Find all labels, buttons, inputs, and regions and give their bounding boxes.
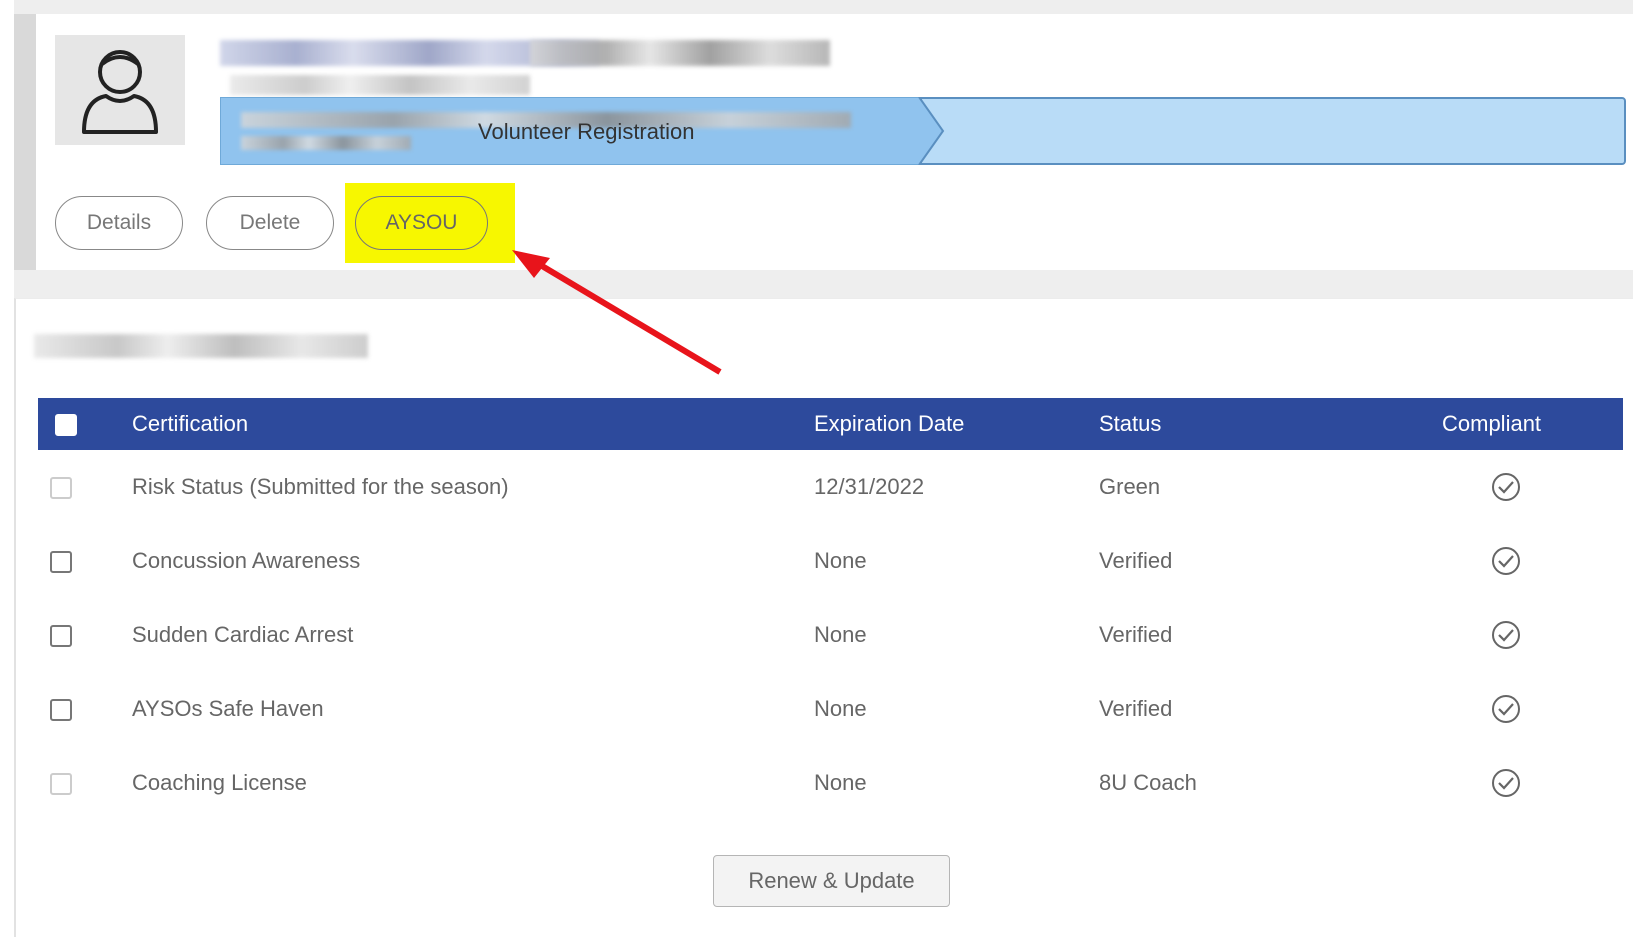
check-circle-icon bbox=[1492, 621, 1520, 649]
cell-status: 8U Coach bbox=[1099, 770, 1197, 795]
redacted-subtitle bbox=[230, 75, 530, 95]
row-checkbox[interactable] bbox=[50, 625, 72, 648]
redacted-breadcrumb-2 bbox=[241, 136, 411, 150]
aysou-button[interactable]: AYSOU bbox=[355, 196, 488, 250]
table-header-row: Certification Expiration Date Status Com… bbox=[38, 398, 1623, 450]
cell-expiration: None bbox=[814, 622, 867, 647]
top-strip bbox=[14, 0, 1633, 14]
cell-expiration: None bbox=[814, 770, 867, 795]
column-header-status[interactable]: Status bbox=[1099, 398, 1442, 450]
cell-expiration: 12/31/2022 bbox=[814, 474, 925, 499]
table-row: Concussion Awareness None Verified bbox=[38, 524, 1623, 598]
user-icon bbox=[82, 50, 158, 134]
cell-certification: Concussion Awareness bbox=[132, 548, 361, 573]
table-row: Coaching License None 8U Coach bbox=[38, 746, 1623, 820]
breadcrumb: Volunteer Registration bbox=[220, 97, 1626, 165]
cell-certification: AYSOs Safe Haven bbox=[132, 696, 324, 721]
renew-update-button[interactable]: Renew & Update bbox=[713, 855, 950, 907]
cell-status: Green bbox=[1099, 474, 1161, 499]
check-circle-icon bbox=[1492, 473, 1520, 501]
table-row: Sudden Cardiac Arrest None Verified bbox=[38, 598, 1623, 672]
row-checkbox[interactable] bbox=[50, 477, 72, 500]
breadcrumb-current[interactable] bbox=[920, 97, 1626, 165]
row-checkbox[interactable] bbox=[50, 773, 72, 796]
avatar bbox=[55, 35, 185, 145]
cell-expiration: None bbox=[814, 548, 867, 573]
cell-certification: Coaching License bbox=[132, 770, 307, 795]
check-circle-icon bbox=[1492, 547, 1520, 575]
check-circle-icon bbox=[1492, 769, 1520, 797]
column-header-compliant[interactable]: Compliant bbox=[1442, 398, 1623, 450]
column-header-certification[interactable]: Certification bbox=[132, 398, 814, 450]
page: Volunteer Registration Details Delete AY… bbox=[0, 0, 1633, 937]
cell-status: Verified bbox=[1099, 548, 1173, 573]
breadcrumb-chevron-icon bbox=[918, 97, 945, 165]
check-circle-icon bbox=[1492, 695, 1520, 723]
breadcrumb-current-label: Volunteer Registration bbox=[478, 119, 695, 144]
annotation-arrow-icon bbox=[512, 250, 722, 375]
details-button[interactable]: Details bbox=[55, 196, 183, 250]
cell-status: Verified bbox=[1099, 622, 1173, 647]
cell-certification: Risk Status (Submitted for the season) bbox=[132, 474, 509, 499]
table-row: AYSOs Safe Haven None Verified bbox=[38, 672, 1623, 746]
cell-status: Verified bbox=[1099, 696, 1173, 721]
row-checkbox[interactable] bbox=[50, 551, 72, 574]
select-all-checkbox[interactable] bbox=[55, 414, 77, 437]
table-row: Risk Status (Submitted for the season) 12… bbox=[38, 450, 1623, 524]
card-gap bbox=[14, 270, 1633, 298]
delete-button[interactable]: Delete bbox=[206, 196, 334, 250]
column-header-expiration[interactable]: Expiration Date bbox=[814, 398, 1099, 450]
certifications-table: Certification Expiration Date Status Com… bbox=[38, 398, 1623, 820]
row-checkbox[interactable] bbox=[50, 699, 72, 722]
cell-certification: Sudden Cardiac Arrest bbox=[132, 622, 354, 647]
cell-expiration: None bbox=[814, 696, 867, 721]
redacted-section-title bbox=[34, 334, 368, 358]
redacted-name-suffix bbox=[530, 40, 830, 66]
